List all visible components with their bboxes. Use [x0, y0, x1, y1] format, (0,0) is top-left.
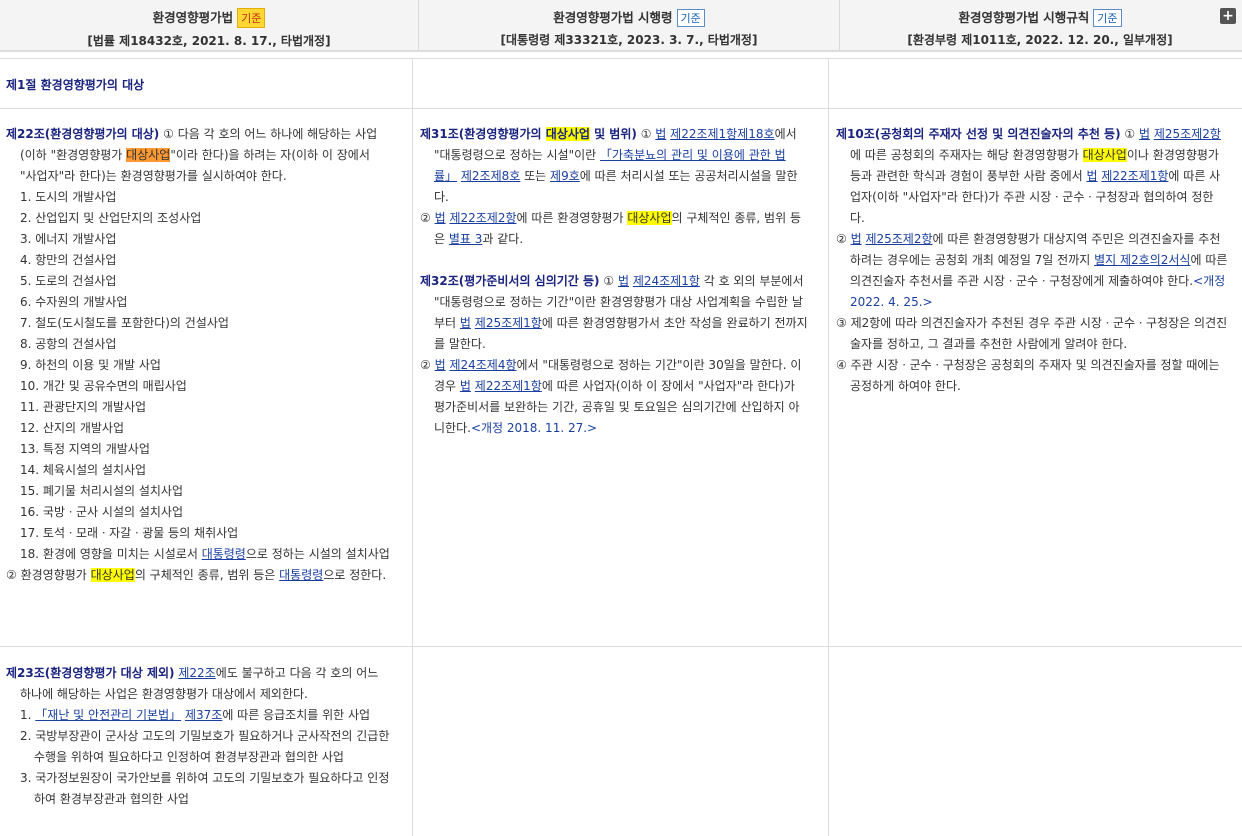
article-23-para: 제23조(환경영향평가 대상 제외) 제22조에도 불구하고 다음 각 호의 어…: [6, 666, 379, 701]
list-item: 5. 도로의 건설사업: [20, 274, 117, 288]
list-item: 1. 도시의 개발사업: [20, 190, 117, 204]
row-divider: [0, 58, 1242, 59]
law-link[interactable]: 법: [435, 358, 446, 372]
decree-subtitle: [대통령령 제33321호, 2023. 3. 7., 타법개정]: [500, 33, 758, 47]
law-link[interactable]: 법: [1139, 127, 1150, 141]
list-item: 10. 개간 및 공유수면의 매립사업: [20, 379, 187, 393]
article-23-heading: 제23조(환경영향평가 대상 제외): [6, 666, 175, 680]
decree-article-32-heading: 제32조(평가준비서의 심의기간 등): [420, 274, 600, 288]
base-badge[interactable]: 기준: [676, 9, 705, 27]
list-item: 15. 폐기물 처리시설의 설치사업: [20, 484, 184, 498]
list-item: 14. 체육시설의 설치사업: [20, 463, 147, 477]
base-badge[interactable]: 기준: [237, 8, 266, 28]
base-badge[interactable]: 기준: [1093, 9, 1122, 27]
article-ref-link[interactable]: 제25조제2항: [865, 232, 932, 246]
article-22-para-2: ② 환경영향평가 대상사업의 구체적인 종류, 범위 등은 대통령령으로 정한다…: [6, 568, 387, 582]
decree-title: 환경영향평가법 시행령: [553, 10, 673, 25]
list-item: 11. 관광단지의 개발사업: [20, 400, 147, 414]
list-item: 3. 국가정보원장이 국가안보를 위하여 고도의 기밀보호가 필요하다고 인정하…: [20, 771, 390, 806]
row-divider: [0, 646, 1242, 647]
article-ref-link[interactable]: 제37조: [185, 708, 222, 722]
decree-article-32-para-1: 제32조(평가준비서의 심의기간 등) ① 법 제24조제1항 각 호 외의 부…: [420, 274, 808, 351]
rule-article-10-para-1: 제10조(공청회의 주재자 선정 및 의견진술자의 추천 등) ① 법 제25조…: [836, 127, 1221, 225]
column-divider: [828, 58, 829, 836]
amendment-note: <개정 2018. 11. 27.>: [470, 421, 598, 435]
decree-article-31-para-1: 제31조(환경영향평가의 대상사업 및 범위) ① 법 제22조제1항제18호에…: [420, 127, 798, 204]
rule-article-10-para-2: ② 법 제25조제2항에 따른 환경영향평가 대상지역 주민은 의견진술자를 추…: [836, 232, 1228, 309]
decree-link[interactable]: 대통령령: [279, 568, 323, 582]
article-23: 제23조(환경영향평가 대상 제외) 제22조에도 불구하고 다음 각 호의 어…: [6, 663, 390, 810]
list-item: 1. 「재난 및 안전관리 기본법」 제37조에 따른 응급조치를 위한 사업: [20, 708, 371, 722]
highlight-target-project: 대상사업: [126, 148, 171, 162]
list-item: 4. 항만의 건설사업: [20, 253, 117, 267]
article-ref-link[interactable]: 제22조제2항: [449, 211, 516, 225]
row-divider: [0, 108, 1242, 109]
form-link[interactable]: 별지 제2호의2서식: [1094, 253, 1190, 267]
list-item: 3. 에너지 개발사업: [20, 232, 117, 246]
header-col-law: 환경영향평가법 기준 [법률 제18432호, 2021. 8. 17., 타법개…: [0, 0, 418, 50]
header-col-rule: 환경영향평가법 시행규칙 기준 [환경부령 제1011호, 2022. 12. 2…: [840, 0, 1240, 50]
list-item: 16. 국방ㆍ군사 시설의 설치사업: [20, 505, 184, 519]
decree-article-31-heading: 제31조(환경영향평가의 대상사업 및 범위): [420, 127, 637, 141]
highlight-target-project: 대상사업: [627, 211, 672, 225]
list-item: 9. 하천의 이용 및 개발 사업: [20, 358, 161, 372]
list-item: 13. 특정 지역의 개발사업: [20, 442, 150, 456]
article-ref-link[interactable]: 제22조제1항: [475, 379, 542, 393]
highlight-target-project: 대상사업: [90, 568, 135, 582]
column-divider: [412, 58, 413, 836]
decree-article-31-para-2: ② 법 제22조제2항에 따른 환경영향평가 대상사업의 구체적인 종류, 범위…: [420, 211, 801, 246]
appendix-link[interactable]: 별표 3: [449, 232, 483, 246]
article-ref-link[interactable]: 제9호: [550, 169, 580, 183]
list-item: 8. 공항의 건설사업: [20, 337, 117, 351]
decree-article-31: 제31조(환경영향평가의 대상사업 및 범위) ① 법 제22조제1항제18호에…: [420, 124, 808, 250]
list-item: 2. 산업입지 및 산업단지의 조성사업: [20, 211, 202, 225]
law-link[interactable]: 법: [460, 379, 471, 393]
list-item: 7. 철도(도시철도를 포함한다)의 건설사업: [20, 316, 229, 330]
decree-article-32-para-2: ② 법 제24조제4항에서 "대통령령으로 정하는 기간"이란 30일을 말한다…: [420, 358, 802, 435]
law-subtitle: [법률 제18432호, 2021. 8. 17., 타법개정]: [87, 34, 331, 48]
law-title: 환경영향평가법: [152, 10, 234, 25]
decree-article-32: 제32조(평가준비서의 심의기간 등) ① 법 제24조제1항 각 호 외의 부…: [420, 271, 808, 439]
law-link[interactable]: 법: [655, 127, 666, 141]
article-ref-link[interactable]: 제22조제1항제18호: [670, 127, 774, 141]
rule-article-10-para-3: ③ 제2항에 따라 의견진술자가 추천된 경우 주관 시장ㆍ군수ㆍ구청장은 의견…: [836, 316, 1228, 351]
law-link[interactable]: 「재난 및 안전관리 기본법」: [35, 708, 181, 722]
rule-subtitle: [환경부령 제1011호, 2022. 12. 20., 일부개정]: [907, 33, 1173, 47]
law-link[interactable]: 법: [851, 232, 862, 246]
article-ref-link[interactable]: 제22조제1항: [1101, 169, 1168, 183]
article-ref-link[interactable]: 제24조제1항: [633, 274, 700, 288]
law-link[interactable]: 법: [460, 316, 471, 330]
rule-title: 환경영향평가법 시행규칙: [958, 10, 1090, 25]
article-22-heading: 제22조(환경영향평가의 대상): [6, 127, 160, 141]
highlight-target-project: 대상사업: [1082, 148, 1127, 162]
law-link[interactable]: 법: [435, 211, 446, 225]
rule-article-10-para-4: ④ 주관 시장ㆍ군수ㆍ구청장은 공청회의 주재자 및 의견진술자를 정할 때에는…: [836, 358, 1220, 393]
rule-article-10-heading: 제10조(공청회의 주재자 선정 및 의견진술자의 추천 등): [836, 127, 1121, 141]
article-ref-link[interactable]: 제25조제1항: [475, 316, 542, 330]
law-link[interactable]: 법: [618, 274, 629, 288]
article-ref-link[interactable]: 제25조제2항: [1154, 127, 1221, 141]
decree-link[interactable]: 대통령령: [202, 547, 246, 561]
compare-header: 환경영향평가법 기준 [법률 제18432호, 2021. 8. 17., 타법개…: [0, 0, 1242, 52]
expand-icon[interactable]: +: [1220, 8, 1236, 24]
list-item: 18. 환경에 영향을 미치는 시설로서 대통령령으로 정하는 시설의 설치사업: [20, 547, 390, 561]
header-col-decree: 환경영향평가법 시행령 기준 [대통령령 제33321호, 2023. 3. 7.…: [419, 0, 839, 50]
list-item: 6. 수자원의 개발사업: [20, 295, 128, 309]
rule-article-10: 제10조(공청회의 주재자 선정 및 의견진술자의 추천 등) ① 법 제25조…: [836, 124, 1228, 397]
list-item: 2. 국방부장관이 군사상 고도의 기밀보호가 필요하거나 군사작전의 긴급한 …: [20, 729, 390, 764]
article-ref-link[interactable]: 제24조제4항: [449, 358, 516, 372]
article-ref-link[interactable]: 제2조제8호: [461, 169, 520, 183]
article-22: 제22조(환경영향평가의 대상) ① 다음 각 호의 어느 하나에 해당하는 사…: [6, 124, 390, 586]
article-22-para-1: 제22조(환경영향평가의 대상) ① 다음 각 호의 어느 하나에 해당하는 사…: [6, 127, 378, 183]
list-item: 12. 산지의 개발사업: [20, 421, 124, 435]
law-link[interactable]: 법: [1086, 169, 1097, 183]
section-title: 제1절 환경영향평가의 대상: [6, 78, 145, 92]
list-item: 17. 토석ㆍ모래ㆍ자갈ㆍ광물 등의 채취사업: [20, 526, 239, 540]
article-ref-link[interactable]: 제22조: [178, 666, 215, 680]
